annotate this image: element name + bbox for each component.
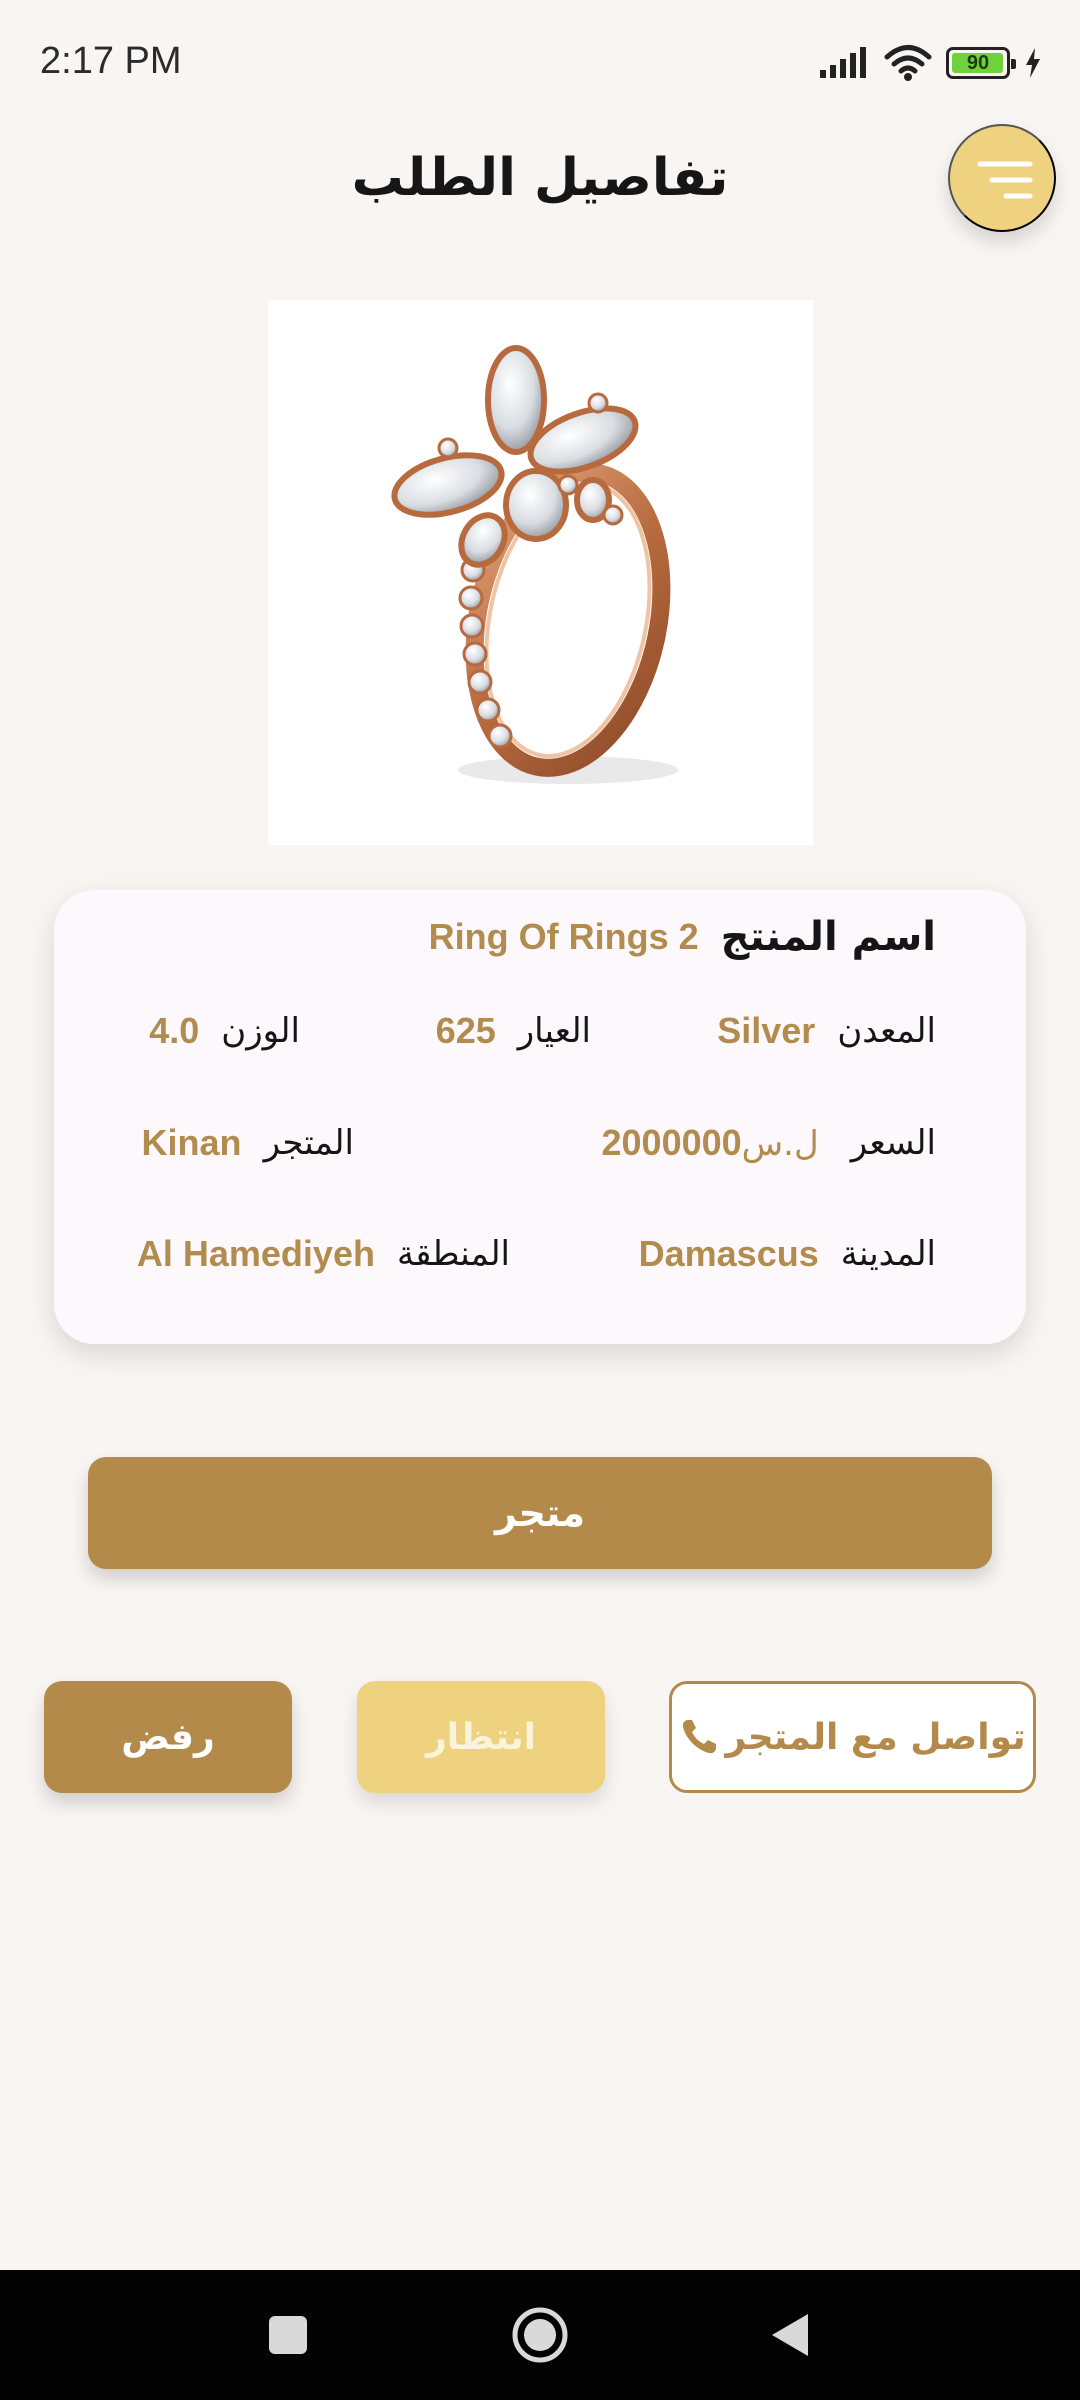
price-row: السعر 2000000ل.س bbox=[602, 1122, 936, 1164]
product-name-label: اسم المنتج bbox=[720, 914, 936, 960]
region-row: المنطقة Al Hamediyeh bbox=[137, 1233, 510, 1275]
product-name-row: اسم المنتج Ring Of Rings 2 bbox=[429, 914, 936, 960]
karat-label: العيار bbox=[517, 1011, 591, 1051]
price-value: 2000000ل.س bbox=[602, 1122, 829, 1164]
nav-back-button[interactable] bbox=[730, 2270, 850, 2400]
page-title: تفاصيل الطلب bbox=[351, 148, 729, 208]
nav-home-icon bbox=[512, 2307, 568, 2363]
signal-icon bbox=[820, 47, 866, 78]
reject-button[interactable]: رفض bbox=[44, 1681, 292, 1793]
wifi-icon bbox=[884, 45, 932, 81]
charging-icon bbox=[1026, 48, 1040, 78]
status-bar: 2:17 PM 90 bbox=[0, 0, 1080, 130]
price-label: السعر bbox=[850, 1123, 936, 1163]
navigation-bar bbox=[0, 2270, 1080, 2400]
product-image bbox=[268, 300, 813, 845]
status-time: 2:17 PM bbox=[40, 40, 182, 82]
nav-home-button[interactable] bbox=[480, 2270, 600, 2400]
details-card: اسم المنتج Ring Of Rings 2 المعدن Silver… bbox=[54, 890, 1026, 1344]
nav-back-icon bbox=[772, 2314, 808, 2356]
region-label: المنطقة bbox=[396, 1234, 510, 1274]
wait-button[interactable]: انتظار bbox=[357, 1681, 605, 1793]
city-label: المدينة bbox=[840, 1234, 936, 1274]
ring-image bbox=[391, 345, 678, 784]
price-currency: ل.س bbox=[741, 1124, 819, 1164]
contact-store-button[interactable]: تواصل مع المتجر bbox=[669, 1681, 1036, 1793]
store-button[interactable]: متجر bbox=[88, 1457, 992, 1569]
weight-label: الوزن bbox=[221, 1011, 300, 1051]
contact-store-label: تواصل مع المتجر bbox=[725, 1716, 1026, 1758]
city-value: Damascus bbox=[638, 1233, 819, 1274]
store-label: المتجر bbox=[263, 1123, 354, 1163]
karat-row: العيار 625 bbox=[436, 1010, 591, 1052]
store-value: Kinan bbox=[141, 1122, 242, 1163]
weight-value: 4.0 bbox=[149, 1010, 200, 1051]
price-amount: 2000000 bbox=[601, 1122, 742, 1163]
karat-value: 625 bbox=[435, 1010, 496, 1051]
battery-level: 90 bbox=[966, 51, 990, 74]
metal-value: Silver bbox=[717, 1010, 816, 1051]
product-name-value: Ring Of Rings 2 bbox=[428, 916, 699, 957]
nav-recents-button[interactable] bbox=[228, 2270, 348, 2400]
battery-icon: 90 bbox=[946, 47, 1016, 79]
metal-row: المعدن Silver bbox=[717, 1010, 936, 1052]
weight-row: الوزن 4.0 bbox=[149, 1010, 300, 1052]
nav-recents-icon bbox=[269, 2316, 307, 2354]
metal-label: المعدن bbox=[837, 1011, 936, 1051]
menu-icon bbox=[977, 161, 1033, 199]
city-row: المدينة Damascus bbox=[639, 1233, 936, 1275]
order-details-screen: 2:17 PM 90 تفاصيل الطلب اسم المنتج Ring … bbox=[0, 0, 1080, 2400]
status-icons: 90 bbox=[818, 44, 1042, 82]
region-value: Al Hamediyeh bbox=[136, 1233, 375, 1274]
menu-button[interactable] bbox=[948, 124, 1056, 232]
store-row: المتجر Kinan bbox=[142, 1122, 354, 1164]
phone-icon bbox=[683, 1720, 717, 1754]
